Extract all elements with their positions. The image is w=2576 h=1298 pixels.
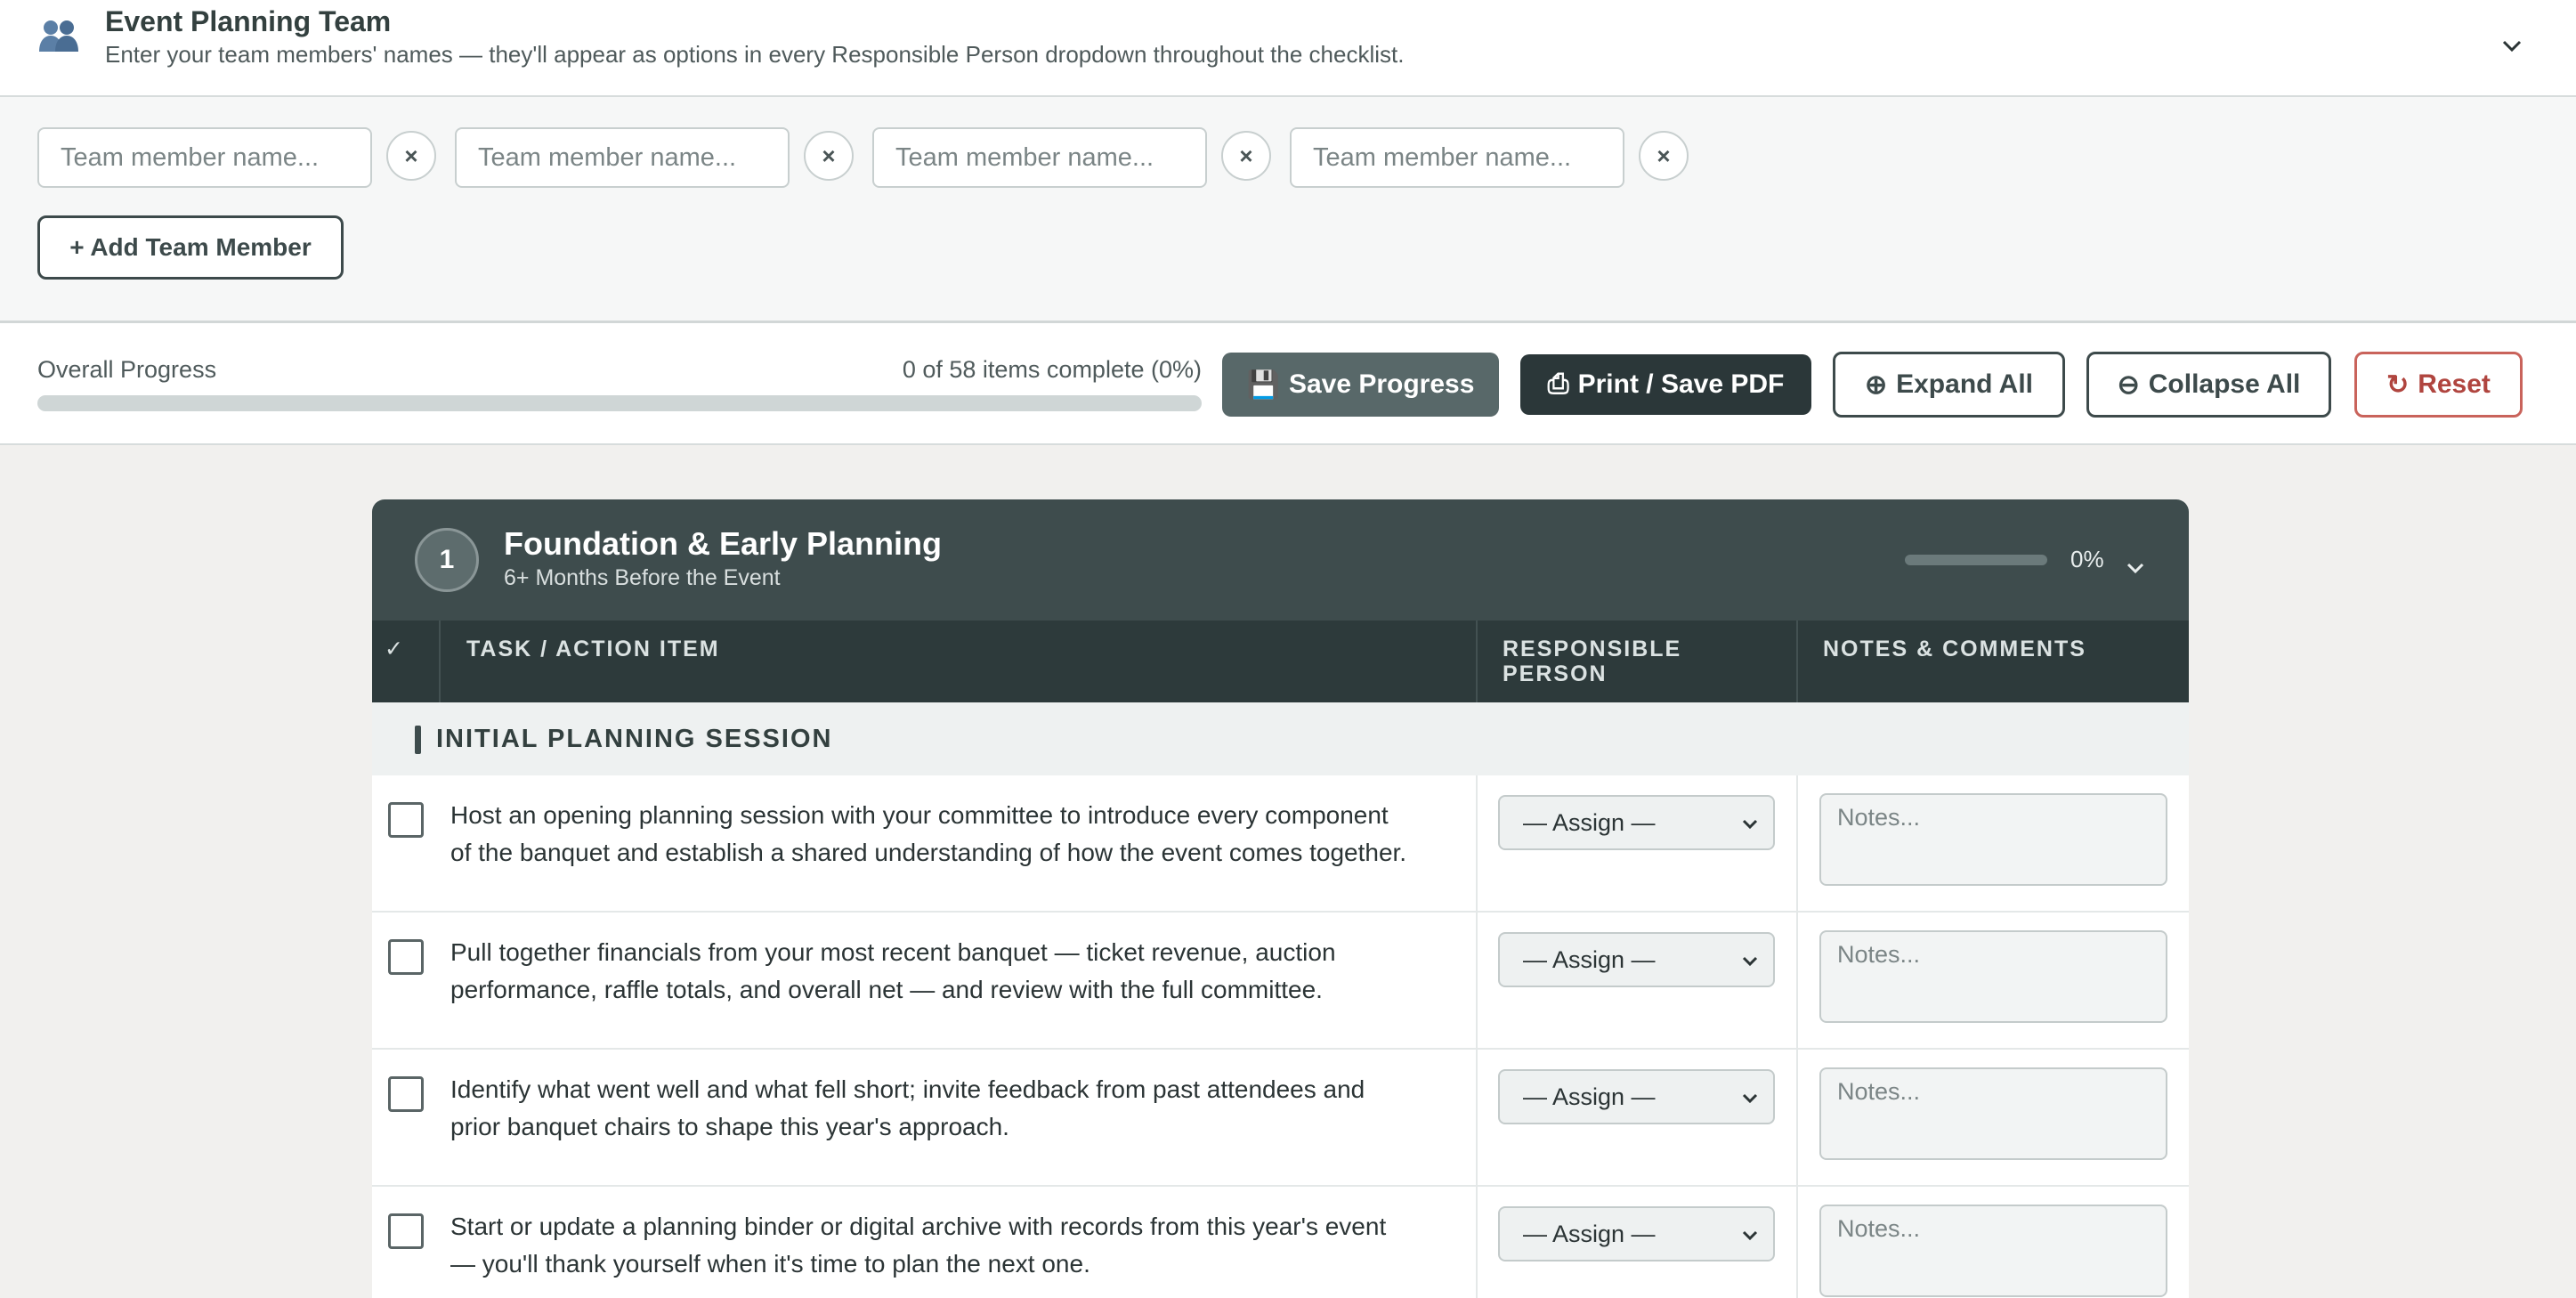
cell-divider bbox=[1476, 775, 1478, 913]
section-number-badge: 1 bbox=[415, 528, 479, 592]
reset-button[interactable]: ↻ Reset bbox=[2354, 352, 2523, 418]
remove-member-button[interactable]: × bbox=[1639, 131, 1689, 181]
task-notes-field[interactable] bbox=[1819, 930, 2167, 1023]
task-text: Start or update a planning binder or dig… bbox=[450, 1213, 1387, 1278]
people-icon bbox=[39, 20, 78, 52]
save-progress-button[interactable]: 💾 Save Progress bbox=[1222, 353, 1499, 417]
column-check: ✓ bbox=[385, 637, 405, 661]
save-progress-label: Save Progress bbox=[1288, 369, 1475, 399]
print-pdf-button[interactable]: ⎙ Print / Save PDF bbox=[1520, 354, 1811, 415]
chevron-down-icon bbox=[1742, 1230, 1758, 1241]
cell-divider bbox=[1796, 1187, 1798, 1298]
assign-person-select[interactable]: — Assign — bbox=[1498, 1069, 1775, 1124]
chevron-down-icon bbox=[2126, 563, 2144, 573]
task-group-heading: INITIAL PLANNING SESSION bbox=[372, 702, 2189, 775]
cell-divider bbox=[1796, 775, 1798, 913]
team-member-input[interactable] bbox=[1290, 127, 1624, 188]
close-icon: × bbox=[822, 142, 836, 169]
column-task: TASK / ACTION ITEM bbox=[466, 637, 720, 661]
collapse-all-label: Collapse All bbox=[2148, 369, 2301, 399]
section-header[interactable]: 1 Foundation & Early Planning 6+ Months … bbox=[372, 499, 2189, 621]
chevron-down-icon bbox=[1742, 819, 1758, 830]
section-title: Foundation & Early Planning bbox=[504, 525, 943, 562]
task-row: Pull together financials from your most … bbox=[372, 913, 2189, 1050]
print-pdf-label: Print / Save PDF bbox=[1577, 369, 1785, 399]
overall-progress-label: Overall Progress bbox=[37, 356, 217, 383]
expand-all-button[interactable]: ⊕ Expand All bbox=[1833, 352, 2065, 418]
cell-divider bbox=[1476, 913, 1478, 1050]
assign-select-value: — Assign — bbox=[1523, 1220, 1656, 1247]
team-member-input[interactable] bbox=[37, 127, 372, 188]
close-icon: × bbox=[404, 142, 418, 169]
team-panel-toggle[interactable] bbox=[2496, 30, 2528, 62]
chevron-down-icon bbox=[2502, 40, 2522, 53]
collapse-all-button[interactable]: ⊖ Collapse All bbox=[2086, 352, 2331, 418]
task-text: Host an opening planning session with yo… bbox=[450, 801, 1407, 866]
section-progress-bar bbox=[1905, 555, 2047, 565]
cell-divider bbox=[1796, 1050, 1798, 1187]
team-member-input[interactable] bbox=[872, 127, 1207, 188]
task-text: Pull together financials from your most … bbox=[450, 938, 1336, 1003]
team-panel-header[interactable]: Event Planning Team Enter your team memb… bbox=[0, 0, 2576, 97]
close-icon: × bbox=[1239, 142, 1253, 169]
task-row: Identify what went well and what fell sh… bbox=[372, 1050, 2189, 1187]
column-responsible-person: RESPONSIBLE PERSON bbox=[1503, 637, 1682, 686]
overall-progress-bar bbox=[37, 395, 1202, 411]
floppy-disk-icon: 💾 bbox=[1246, 369, 1280, 400]
remove-member-button[interactable]: × bbox=[804, 131, 854, 181]
add-team-member-button[interactable]: + Add Team Member bbox=[37, 215, 344, 280]
close-icon: × bbox=[1657, 142, 1671, 169]
assign-person-select[interactable]: — Assign — bbox=[1498, 932, 1775, 987]
reset-label: Reset bbox=[2418, 369, 2491, 399]
chevron-down-icon bbox=[1742, 1093, 1758, 1104]
task-notes-field[interactable] bbox=[1819, 1067, 2167, 1160]
task-row: Host an opening planning session with yo… bbox=[372, 775, 2189, 913]
table-column-header: ✓ TASK / ACTION ITEM RESPONSIBLE PERSON … bbox=[372, 621, 2189, 702]
column-divider bbox=[439, 621, 441, 702]
column-divider bbox=[1476, 621, 1478, 702]
printer-icon: ⎙ bbox=[1547, 369, 1569, 399]
circle-minus-icon: ⊖ bbox=[2117, 369, 2140, 400]
task-notes-field[interactable] bbox=[1819, 793, 2167, 886]
task-checkbox[interactable] bbox=[388, 1213, 424, 1249]
team-panel-title: Event Planning Team bbox=[105, 5, 392, 37]
assign-select-value: — Assign — bbox=[1523, 1083, 1656, 1110]
circle-plus-icon: ⊕ bbox=[1864, 369, 1888, 400]
column-divider bbox=[1796, 621, 1798, 702]
task-checkbox[interactable] bbox=[388, 802, 424, 838]
team-panel-subtitle: Enter your team members' names — they'll… bbox=[105, 41, 1405, 68]
column-notes: NOTES & COMMENTS bbox=[1823, 637, 2086, 661]
overall-progress-count: 0 of 58 items complete (0%) bbox=[902, 356, 1202, 383]
assign-select-value: — Assign — bbox=[1523, 945, 1656, 973]
group-label: INITIAL PLANNING SESSION bbox=[436, 725, 833, 753]
team-member-input[interactable] bbox=[455, 127, 790, 188]
refresh-icon: ↻ bbox=[2386, 369, 2410, 400]
task-row: Start or update a planning binder or dig… bbox=[372, 1187, 2189, 1298]
remove-member-button[interactable]: × bbox=[1221, 131, 1271, 181]
cell-divider bbox=[1476, 1050, 1478, 1187]
expand-all-label: Expand All bbox=[1896, 369, 2034, 399]
section-progress-percent: 0% bbox=[2070, 546, 2104, 572]
cell-divider bbox=[1796, 913, 1798, 1050]
task-text: Identify what went well and what fell sh… bbox=[450, 1075, 1365, 1140]
chevron-down-icon bbox=[1742, 956, 1758, 967]
cell-divider bbox=[1476, 1187, 1478, 1298]
section-collapse-toggle[interactable] bbox=[2120, 553, 2151, 583]
remove-member-button[interactable]: × bbox=[386, 131, 436, 181]
group-accent-bar bbox=[415, 726, 421, 754]
assign-person-select[interactable]: — Assign — bbox=[1498, 795, 1775, 850]
team-members-panel: × × × × + Add Team Member bbox=[0, 97, 2576, 323]
progress-toolbar: Overall Progress 0 of 58 items complete … bbox=[0, 323, 2576, 445]
task-notes-field[interactable] bbox=[1819, 1205, 2167, 1297]
section-subtitle: 6+ Months Before the Event bbox=[504, 565, 781, 590]
task-checkbox[interactable] bbox=[388, 1076, 424, 1112]
assign-select-value: — Assign — bbox=[1523, 808, 1656, 836]
assign-person-select[interactable]: — Assign — bbox=[1498, 1206, 1775, 1261]
checklist-section: 1 Foundation & Early Planning 6+ Months … bbox=[372, 499, 2189, 1298]
task-checkbox[interactable] bbox=[388, 939, 424, 975]
